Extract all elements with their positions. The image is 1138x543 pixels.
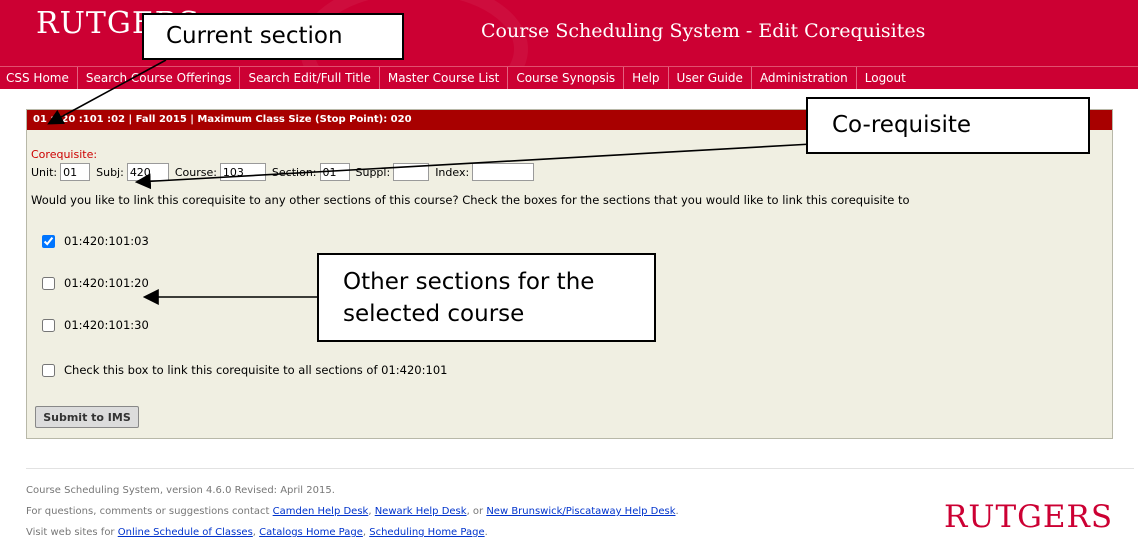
- subj-input[interactable]: [126, 163, 169, 181]
- version-text: Course Scheduling System, version 4.6.0 …: [26, 485, 335, 496]
- suppl-input[interactable]: [393, 163, 430, 181]
- page-title: Course Scheduling System - Edit Corequis…: [481, 20, 926, 42]
- nav-item-help[interactable]: Help: [624, 67, 669, 89]
- visit-line: Visit web sites for Online Schedule of C…: [26, 522, 679, 543]
- section-option: 01:420:101:03: [42, 234, 149, 248]
- unit-input[interactable]: [60, 163, 91, 181]
- catalogs-home-link[interactable]: Catalogs Home Page: [259, 527, 363, 538]
- new-brunswick-help-desk-link[interactable]: New Brunswick/Piscataway Help Desk: [486, 506, 675, 517]
- all-sections-checkbox[interactable]: [42, 363, 55, 377]
- section-option: 01:420:101:20: [42, 276, 149, 290]
- section-checkbox[interactable]: [42, 276, 55, 290]
- index-input[interactable]: [472, 163, 535, 181]
- course-label: Course:: [174, 165, 217, 179]
- other-sections-callout-line: selected course: [343, 301, 525, 327]
- nav-item-course-synopsis[interactable]: Course Synopsis: [508, 67, 625, 89]
- footer-divider: [26, 468, 1134, 469]
- nav-item-user-guide[interactable]: User Guide: [669, 67, 752, 89]
- submit-to-ims-button[interactable]: Submit to IMS: [35, 406, 139, 428]
- scheduling-home-link[interactable]: Scheduling Home Page: [369, 527, 484, 538]
- unit-label: Unit:: [31, 165, 58, 179]
- camden-help-desk-link[interactable]: Camden Help Desk: [273, 506, 369, 517]
- footer-rutgers-logo[interactable]: RUTGERS: [944, 499, 1113, 535]
- current-section-callout: Current section: [142, 13, 404, 60]
- nav-item-administration[interactable]: Administration: [752, 67, 857, 89]
- suppl-label: Suppl:: [355, 165, 391, 179]
- section-input[interactable]: [319, 163, 350, 181]
- index-label: Index:: [435, 165, 470, 179]
- link-question: Would you like to link this corequisite …: [31, 193, 910, 207]
- nav-item-css-home[interactable]: CSS Home: [0, 67, 78, 89]
- contact-suffix: .: [675, 506, 679, 517]
- section-checkbox[interactable]: [42, 234, 55, 248]
- section-option-label: 01:420:101:20: [64, 276, 149, 290]
- contact-prefix: For questions, comments or suggestions c…: [26, 506, 273, 517]
- subj-label: Subj:: [96, 165, 124, 179]
- section-label: Section:: [271, 165, 317, 179]
- corequisite-callout: Co-requisite: [806, 97, 1090, 154]
- nav-item-master-course-list[interactable]: Master Course List: [380, 67, 509, 89]
- all-sections-label: Check this box to link this corequisite …: [64, 363, 448, 377]
- other-sections-callout: Other sections for the selected course: [317, 253, 656, 342]
- footer: Course Scheduling System, version 4.6.0 …: [26, 480, 679, 543]
- main-nav: CSS Home Search Course Offerings Search …: [0, 66, 1138, 89]
- corequisite-label: Corequisite:: [31, 148, 98, 161]
- visit-suffix: .: [484, 527, 488, 538]
- other-sections-callout-line: Other sections for the: [343, 269, 595, 295]
- visit-prefix: Visit web sites for: [26, 527, 118, 538]
- newark-help-desk-link[interactable]: Newark Help Desk: [375, 506, 467, 517]
- all-sections-option: Check this box to link this corequisite …: [42, 363, 447, 377]
- course-input[interactable]: [219, 163, 266, 181]
- nav-item-search-edit-full-title[interactable]: Search Edit/Full Title: [240, 67, 380, 89]
- contact-line: For questions, comments or suggestions c…: [26, 501, 679, 522]
- section-checkbox[interactable]: [42, 318, 55, 332]
- section-option-label: 01:420:101:30: [64, 318, 149, 332]
- nav-item-logout[interactable]: Logout: [857, 67, 914, 89]
- section-option-label: 01:420:101:03: [64, 234, 149, 248]
- contact-separator: , or: [466, 506, 487, 517]
- corequisite-fields: Unit: Subj: Course: Section: Suppl: Inde…: [31, 163, 540, 181]
- section-option: 01:420:101:30: [42, 318, 149, 332]
- online-schedule-link[interactable]: Online Schedule of Classes: [118, 527, 253, 538]
- nav-item-search-course-offerings[interactable]: Search Course Offerings: [78, 67, 241, 89]
